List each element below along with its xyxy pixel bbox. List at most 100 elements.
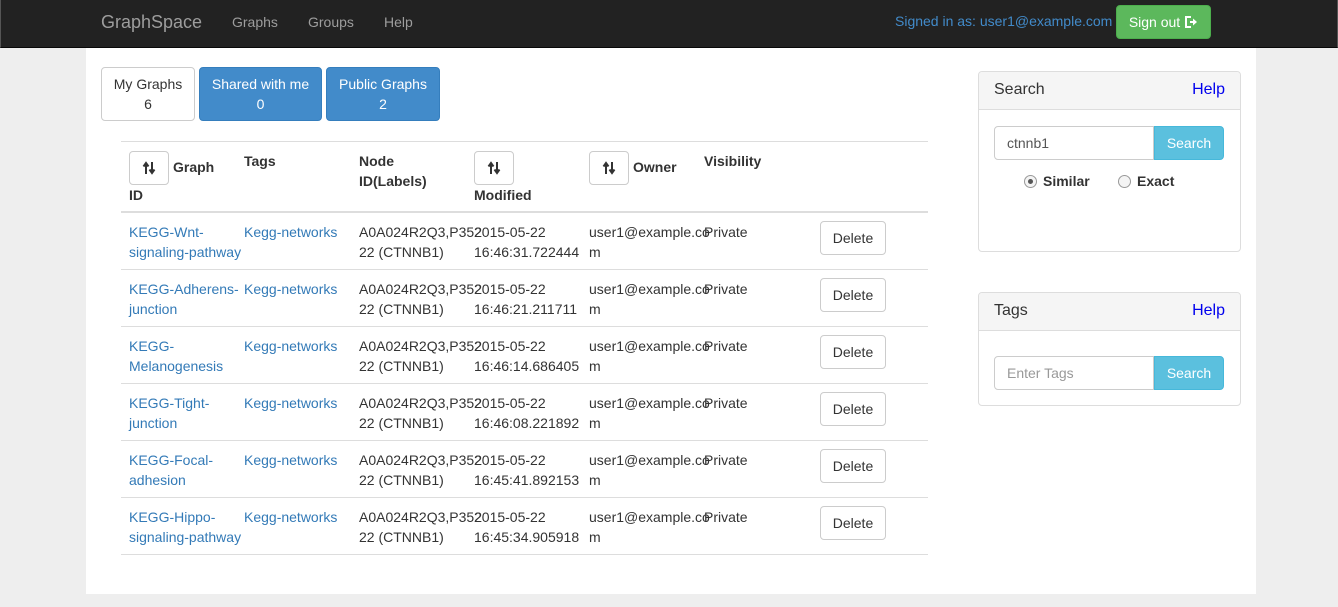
owner-cell: user1@example.co m <box>589 222 710 262</box>
modified-cell: 2015-05-22 16:46:21.211711 <box>474 279 577 319</box>
node-id-line2: 22 (CTNNB1) <box>359 358 444 374</box>
header-tags: Tags <box>244 153 276 169</box>
tags-input[interactable] <box>994 356 1154 390</box>
sort-icon <box>602 161 616 175</box>
nav-help[interactable]: Help <box>384 14 413 30</box>
graph-id-line2: Melanogenesis <box>129 358 224 374</box>
sign-out-icon <box>1184 15 1198 29</box>
delete-button[interactable]: Delete <box>820 278 886 312</box>
graph-id-line1: KEGG-Tight- <box>129 395 210 411</box>
table-row: KEGG-Wnt-signaling-pathway Kegg-networks A… <box>121 213 928 270</box>
navbar: GraphSpace Graphs Groups Help Signed in … <box>0 0 1338 48</box>
visibility-cell: Private <box>704 509 748 525</box>
modified-cell: 2015-05-22 16:46:14.686405 <box>474 336 579 376</box>
search-input[interactable] <box>994 126 1154 160</box>
delete-button[interactable]: Delete <box>820 392 886 426</box>
search-help-link[interactable]: Help <box>1192 81 1225 99</box>
modified-cell: 2015-05-22 16:46:08.221892 <box>474 393 579 433</box>
tag-link[interactable]: Kegg-networks <box>244 279 337 299</box>
header-modified: Modified <box>474 187 532 203</box>
modified-time: 16:46:14.686405 <box>474 358 580 374</box>
tab-shared-with-me[interactable]: Shared with me 0 <box>199 67 322 121</box>
graph-id-line2: signaling-pathway <box>129 529 242 545</box>
graph-id-link[interactable]: KEGG-Adherens-junction <box>129 279 239 319</box>
header-node-id-labels: ID(Labels) <box>359 173 427 189</box>
header-owner: Owner <box>633 159 677 175</box>
radio-similar-label: Similar <box>1043 173 1090 189</box>
search-button[interactable]: Search <box>1154 126 1224 160</box>
header-id: ID <box>129 187 143 203</box>
modified-date: 2015-05-22 <box>474 281 546 297</box>
graph-id-line1: KEGG-Focal- <box>129 452 214 468</box>
search-panel-title: Search <box>994 81 1045 98</box>
owner-line2: m <box>589 529 601 545</box>
node-id-line1: A0A024R2Q3,P352 <box>359 452 482 468</box>
header-visibility: Visibility <box>704 153 762 169</box>
sort-owner-button[interactable] <box>589 151 629 185</box>
graph-id-link[interactable]: KEGG-Tight-junction <box>129 393 209 433</box>
tag-link[interactable]: Kegg-networks <box>244 222 337 242</box>
nav-graphs[interactable]: Graphs <box>232 14 278 30</box>
owner-line1: user1@example.co <box>589 509 710 525</box>
tag-link[interactable]: Kegg-networks <box>244 393 337 413</box>
graph-id-line2: junction <box>129 415 178 431</box>
delete-button[interactable]: Delete <box>820 335 886 369</box>
graph-id-link[interactable]: KEGG-Focal-adhesion <box>129 450 213 490</box>
nav-groups[interactable]: Groups <box>308 14 354 30</box>
owner-cell: user1@example.co m <box>589 507 710 547</box>
visibility-cell: Private <box>704 395 748 411</box>
owner-line2: m <box>589 301 601 317</box>
search-panel: Search Help Search Similar Exact <box>978 71 1241 252</box>
delete-button[interactable]: Delete <box>820 506 886 540</box>
delete-button[interactable]: Delete <box>820 221 886 255</box>
radio-exact[interactable]: Exact <box>1118 173 1174 189</box>
graph-id-line1: KEGG-Wnt- <box>129 224 204 240</box>
table-header: Graph ID Tags Node ID(Labels) Modified O… <box>121 142 928 213</box>
graph-id-link[interactable]: KEGG-Hippo-signaling-pathway <box>129 507 241 547</box>
owner-line1: user1@example.co <box>589 224 710 240</box>
visibility-cell: Private <box>704 281 748 297</box>
tab-public-graphs[interactable]: Public Graphs 2 <box>326 67 440 121</box>
tag-link[interactable]: Kegg-networks <box>244 336 337 356</box>
graph-id-line2: signaling-pathway <box>129 244 242 260</box>
node-id-cell: A0A024R2Q3,P352 22 (CTNNB1) <box>359 507 482 547</box>
sign-out-label: Sign out <box>1128 14 1181 30</box>
tab-public-label: Public Graphs <box>339 76 427 92</box>
owner-line2: m <box>589 415 601 431</box>
sign-out-button[interactable]: Sign out <box>1116 5 1211 39</box>
tags-panel-header: Tags Help <box>979 293 1240 331</box>
signed-in-user[interactable]: Signed in as: user1@example.com <box>895 13 1112 29</box>
brand-logo[interactable]: GraphSpace <box>101 12 202 33</box>
modified-date: 2015-05-22 <box>474 224 546 240</box>
modified-time: 16:46:21.211711 <box>474 301 578 317</box>
tags-panel: Tags Help Search <box>978 292 1241 406</box>
owner-cell: user1@example.co m <box>589 279 710 319</box>
node-id-line2: 22 (CTNNB1) <box>359 415 444 431</box>
sort-modified-button[interactable] <box>474 151 514 185</box>
tags-search-button[interactable]: Search <box>1154 356 1224 390</box>
sort-graph-id-button[interactable] <box>129 151 169 185</box>
radio-similar-circle[interactable] <box>1024 174 1037 188</box>
tab-my-graphs[interactable]: My Graphs 6 <box>101 67 195 121</box>
tags-help-link[interactable]: Help <box>1192 302 1225 320</box>
modified-date: 2015-05-22 <box>474 452 546 468</box>
modified-time: 16:45:41.892153 <box>474 472 580 488</box>
tag-link[interactable]: Kegg-networks <box>244 450 337 470</box>
node-id-cell: A0A024R2Q3,P352 22 (CTNNB1) <box>359 279 482 319</box>
owner-cell: user1@example.co m <box>589 336 710 376</box>
graph-id-line1: KEGG-Adherens- <box>129 281 239 297</box>
node-id-line1: A0A024R2Q3,P352 <box>359 224 482 240</box>
node-id-line1: A0A024R2Q3,P352 <box>359 338 482 354</box>
tags-panel-title: Tags <box>994 302 1028 319</box>
graph-id-link[interactable]: KEGG- Melanogenesis <box>129 336 223 376</box>
radio-exact-circle[interactable] <box>1118 174 1131 188</box>
owner-line1: user1@example.co <box>589 338 710 354</box>
radio-similar[interactable]: Similar <box>1024 173 1090 189</box>
radio-exact-label: Exact <box>1137 173 1175 189</box>
node-id-cell: A0A024R2Q3,P352 22 (CTNNB1) <box>359 336 482 376</box>
visibility-cell: Private <box>704 452 748 468</box>
delete-button[interactable]: Delete <box>820 449 886 483</box>
search-panel-header: Search Help <box>979 72 1240 110</box>
graph-id-link[interactable]: KEGG-Wnt-signaling-pathway <box>129 222 241 262</box>
tag-link[interactable]: Kegg-networks <box>244 507 337 527</box>
